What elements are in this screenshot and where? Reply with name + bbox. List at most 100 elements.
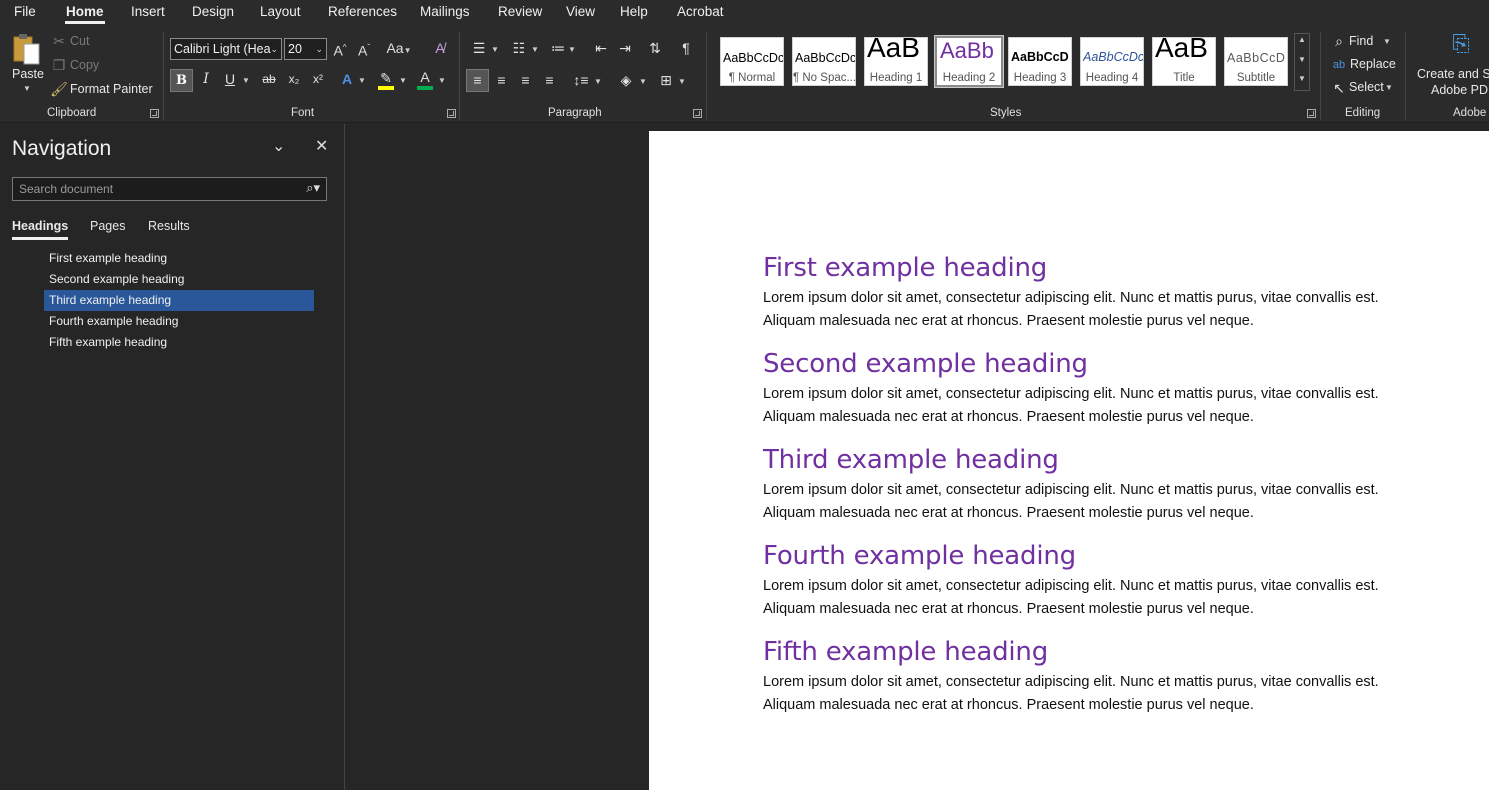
doc-paragraph-line[interactable]: Lorem ipsum dolor sit amet, consectetur …: [763, 479, 1483, 502]
doc-paragraph-line[interactable]: Lorem ipsum dolor sit amet, consectetur …: [763, 575, 1483, 598]
chevron-down-icon[interactable]: ⌄: [272, 136, 285, 156]
bullets-icon[interactable]: ☰: [467, 38, 491, 58]
tab-insert[interactable]: Insert: [131, 4, 165, 19]
nav-heading-item[interactable]: Second example heading: [44, 269, 314, 290]
doc-heading[interactable]: Fifth example heading: [763, 633, 1483, 671]
doc-paragraph-line[interactable]: Lorem ipsum dolor sit amet, consectetur …: [763, 383, 1483, 406]
replace-icon[interactable]: ab: [1330, 55, 1348, 75]
font-name-select[interactable]: Calibri Light (Hea ⌄: [170, 38, 282, 60]
doc-paragraph-line[interactable]: Aliquam malesuada nec erat at rhoncus. P…: [763, 310, 1483, 333]
text-effects-dropdown-icon[interactable]: ▼: [357, 71, 367, 91]
nav-heading-item-selected[interactable]: Third example heading: [44, 290, 314, 311]
select-cursor-icon[interactable]: ↖: [1330, 78, 1348, 98]
underline-button[interactable]: U: [221, 69, 239, 89]
strikethrough-button[interactable]: ab: [259, 69, 279, 89]
font-color-dropdown-icon[interactable]: ▼: [437, 71, 447, 91]
tab-references[interactable]: References: [328, 4, 397, 19]
doc-paragraph-line[interactable]: Aliquam malesuada nec erat at rhoncus. P…: [763, 406, 1483, 429]
paste-button[interactable]: Paste: [12, 67, 44, 81]
search-icon[interactable]: ⌕▾: [306, 180, 320, 196]
font-launcher-icon[interactable]: [447, 109, 456, 118]
replace-button[interactable]: Replace: [1350, 57, 1396, 71]
paragraph-launcher-icon[interactable]: [693, 109, 702, 118]
increase-indent-icon[interactable]: ⇥: [615, 38, 635, 58]
style-normal[interactable]: AaBbCcDc ¶ Normal: [720, 37, 784, 86]
shrink-font-icon[interactable]: Aˇ: [355, 38, 373, 61]
borders-dropdown-icon[interactable]: ▼: [677, 72, 687, 92]
shading-dropdown-icon[interactable]: ▼: [638, 72, 648, 92]
tab-home[interactable]: Home: [65, 4, 105, 24]
numbering-dropdown-icon[interactable]: ▼: [530, 40, 540, 60]
doc-paragraph-line[interactable]: Aliquam malesuada nec erat at rhoncus. P…: [763, 694, 1483, 717]
tab-acrobat[interactable]: Acrobat: [677, 4, 724, 19]
clear-formatting-icon[interactable]: A̸: [430, 38, 450, 58]
style-heading-2[interactable]: AaBb Heading 2: [934, 35, 1004, 88]
nav-heading-item[interactable]: First example heading: [44, 248, 314, 269]
decrease-indent-icon[interactable]: ⇤: [591, 38, 611, 58]
line-spacing-icon[interactable]: ↕≡: [569, 70, 593, 90]
justify-icon[interactable]: ≡: [539, 70, 560, 90]
chevron-down-icon[interactable]: ▼: [1298, 55, 1306, 64]
close-icon[interactable]: ✕: [315, 136, 328, 156]
style-title[interactable]: AaB Title: [1152, 37, 1216, 86]
multilevel-dropdown-icon[interactable]: ▼: [567, 40, 577, 60]
borders-icon[interactable]: ⊞: [655, 70, 677, 90]
shading-icon[interactable]: ◈: [614, 70, 638, 90]
font-size-select[interactable]: 20 ⌄: [284, 38, 327, 60]
paste-icon[interactable]: [12, 32, 42, 66]
subscript-button[interactable]: x₂: [284, 69, 304, 89]
format-painter-button[interactable]: Format Painter: [70, 82, 153, 96]
styles-launcher-icon[interactable]: [1307, 109, 1316, 118]
font-color-icon[interactable]: A: [416, 67, 434, 87]
align-right-icon[interactable]: ≡: [515, 70, 536, 90]
doc-paragraph-line[interactable]: Lorem ipsum dolor sit amet, consectetur …: [763, 287, 1483, 310]
text-effects-icon[interactable]: A: [338, 69, 356, 89]
find-dropdown-icon[interactable]: ▼: [1383, 37, 1391, 46]
superscript-button[interactable]: x²: [308, 69, 328, 89]
line-spacing-dropdown-icon[interactable]: ▼: [593, 72, 603, 92]
change-case-icon[interactable]: Aa▼: [384, 38, 414, 61]
style-heading-4[interactable]: AaBbCcDc Heading 4: [1080, 37, 1144, 86]
find-button[interactable]: Find: [1349, 34, 1373, 48]
search-input[interactable]: [13, 178, 293, 200]
select-dropdown-icon[interactable]: ▼: [1385, 83, 1393, 92]
bullets-dropdown-icon[interactable]: ▼: [490, 40, 500, 60]
select-button[interactable]: Select: [1349, 80, 1384, 94]
bold-button[interactable]: B: [170, 69, 193, 92]
style-heading-1[interactable]: AaB Heading 1: [864, 37, 928, 86]
align-center-icon[interactable]: ≡: [491, 70, 512, 90]
tab-design[interactable]: Design: [192, 4, 234, 19]
style-heading-3[interactable]: AaBbCcD Heading 3: [1008, 37, 1072, 86]
paste-dropdown-icon[interactable]: ▼: [23, 84, 31, 93]
nav-heading-item[interactable]: Fourth example heading: [44, 311, 314, 332]
create-share-pdf-button[interactable]: Create and Sh: [1417, 67, 1489, 81]
doc-heading[interactable]: Second example heading: [763, 345, 1483, 383]
highlight-icon[interactable]: ✎: [376, 68, 396, 88]
tab-results[interactable]: Results: [148, 219, 190, 233]
tab-help[interactable]: Help: [620, 4, 648, 19]
underline-dropdown-icon[interactable]: ▼: [241, 71, 251, 91]
tab-mailings[interactable]: Mailings: [420, 4, 470, 19]
format-painter-icon[interactable]: 🖌: [50, 79, 68, 99]
tab-file[interactable]: File: [14, 4, 36, 19]
pilcrow-icon[interactable]: ¶: [676, 38, 696, 58]
tab-pages[interactable]: Pages: [90, 219, 125, 233]
search-icon[interactable]: ⌕: [1330, 31, 1348, 51]
italic-button[interactable]: I: [197, 69, 215, 89]
doc-heading[interactable]: Fourth example heading: [763, 537, 1483, 575]
numbering-icon[interactable]: ☷: [507, 38, 531, 58]
doc-paragraph-line[interactable]: Aliquam malesuada nec erat at rhoncus. P…: [763, 598, 1483, 621]
tab-review[interactable]: Review: [498, 4, 542, 19]
doc-paragraph-line[interactable]: Aliquam malesuada nec erat at rhoncus. P…: [763, 502, 1483, 525]
grow-font-icon[interactable]: A^: [331, 38, 349, 61]
tab-layout[interactable]: Layout: [260, 4, 301, 19]
highlight-dropdown-icon[interactable]: ▼: [398, 71, 408, 91]
style-subtitle[interactable]: AaBbCcD Subtitle: [1224, 37, 1288, 86]
doc-heading[interactable]: First example heading: [763, 249, 1483, 287]
more-styles-icon[interactable]: ▼: [1298, 74, 1306, 83]
tab-view[interactable]: View: [566, 4, 595, 19]
sort-icon[interactable]: ⇅: [645, 38, 665, 58]
create-pdf-icon[interactable]: ⎘: [1448, 33, 1474, 64]
clipboard-launcher-icon[interactable]: [150, 109, 159, 118]
doc-heading[interactable]: Third example heading: [763, 441, 1483, 479]
